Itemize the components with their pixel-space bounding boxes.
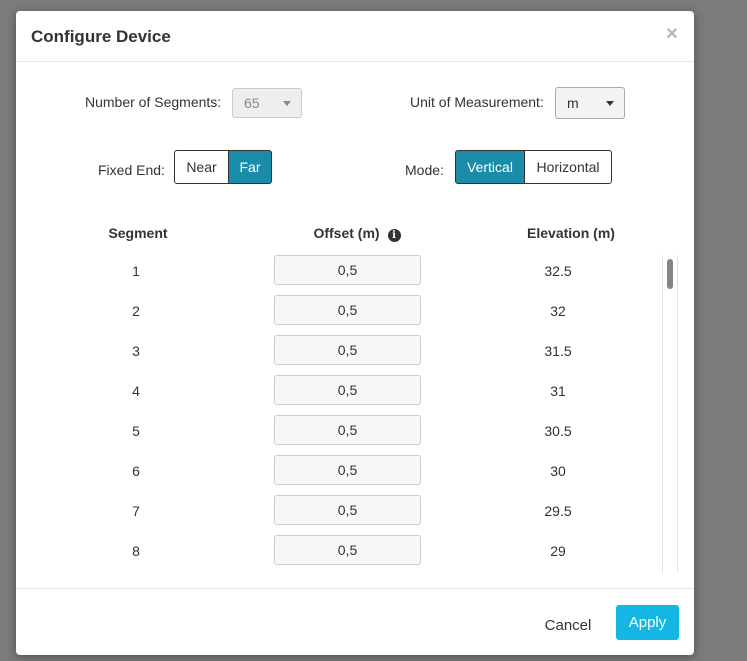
mode-toggle: Vertical Horizontal <box>455 150 612 184</box>
unit-select[interactable]: m <box>555 87 625 119</box>
table-row: 2 32 <box>16 293 666 333</box>
offset-input[interactable] <box>274 255 421 285</box>
segments-select[interactable]: 65 <box>232 88 302 118</box>
cancel-button[interactable]: Cancel <box>530 609 606 645</box>
dialog-title: Configure Device <box>31 27 171 46</box>
offset-input[interactable] <box>274 535 421 565</box>
segments-table-body: 1 32.5 2 32 3 31.5 4 31 5 30.5 6 30 <box>16 251 694 573</box>
segment-number: 5 <box>132 423 140 439</box>
segment-number: 4 <box>132 383 140 399</box>
fixed-end-label: Fixed End: <box>98 162 165 178</box>
offset-input[interactable] <box>274 455 421 485</box>
fixed-end-far-button[interactable]: Far <box>228 150 272 184</box>
scrollbar-thumb[interactable] <box>667 259 673 289</box>
table-scrollbar[interactable] <box>662 255 678 573</box>
table-row: 4 31 <box>16 373 666 413</box>
table-row: 7 29.5 <box>16 493 666 533</box>
segment-number: 8 <box>132 543 140 559</box>
info-icon[interactable]: i <box>387 229 401 242</box>
offset-input[interactable] <box>274 495 421 525</box>
offset-input[interactable] <box>274 295 421 325</box>
segment-number: 1 <box>132 263 140 279</box>
table-row: 8 29 <box>16 533 666 573</box>
mode-label: Mode: <box>405 162 444 178</box>
dialog-header: Configure Device × <box>16 11 694 62</box>
configure-device-dialog: Configure Device × Number of Segments: 6… <box>16 11 694 655</box>
table-row: 6 30 <box>16 453 666 493</box>
segment-number: 6 <box>132 463 140 479</box>
apply-button[interactable]: Apply <box>616 605 679 640</box>
segment-column-header: Segment <box>108 225 168 241</box>
table-row: 1 32.5 <box>16 253 666 293</box>
table-row: 3 31.5 <box>16 333 666 373</box>
fixed-end-near-button[interactable]: Near <box>174 150 229 184</box>
chevron-down-icon <box>606 101 614 106</box>
elevation-value: 32.5 <box>544 263 572 279</box>
offset-column-header: Offset (m) i <box>282 225 432 242</box>
elevation-value: 30.5 <box>544 423 572 439</box>
elevation-value: 31 <box>550 383 566 399</box>
mode-horizontal-button[interactable]: Horizontal <box>524 150 612 184</box>
elevation-value: 29.5 <box>544 503 572 519</box>
dialog-footer: Cancel Apply <box>16 588 694 655</box>
close-icon[interactable]: × <box>665 24 679 44</box>
elevation-value: 32 <box>550 303 566 319</box>
unit-value: m <box>567 95 579 111</box>
elevation-value: 30 <box>550 463 566 479</box>
offset-input[interactable] <box>274 375 421 405</box>
segment-number: 3 <box>132 343 140 359</box>
offset-input[interactable] <box>274 335 421 365</box>
unit-label: Unit of Measurement: <box>410 94 544 110</box>
table-row: 5 30.5 <box>16 413 666 453</box>
chevron-down-icon <box>283 101 291 106</box>
elevation-value: 29 <box>550 543 566 559</box>
elevation-column-header: Elevation (m) <box>527 225 615 241</box>
fixed-end-toggle: Near Far <box>174 150 272 184</box>
segments-value: 65 <box>244 95 260 111</box>
segment-number: 2 <box>132 303 140 319</box>
segments-label: Number of Segments: <box>85 94 222 110</box>
segment-number: 7 <box>132 503 140 519</box>
offset-header-label: Offset (m) <box>313 225 380 241</box>
offset-input[interactable] <box>274 415 421 445</box>
elevation-value: 31.5 <box>544 343 572 359</box>
mode-vertical-button[interactable]: Vertical <box>455 150 525 184</box>
